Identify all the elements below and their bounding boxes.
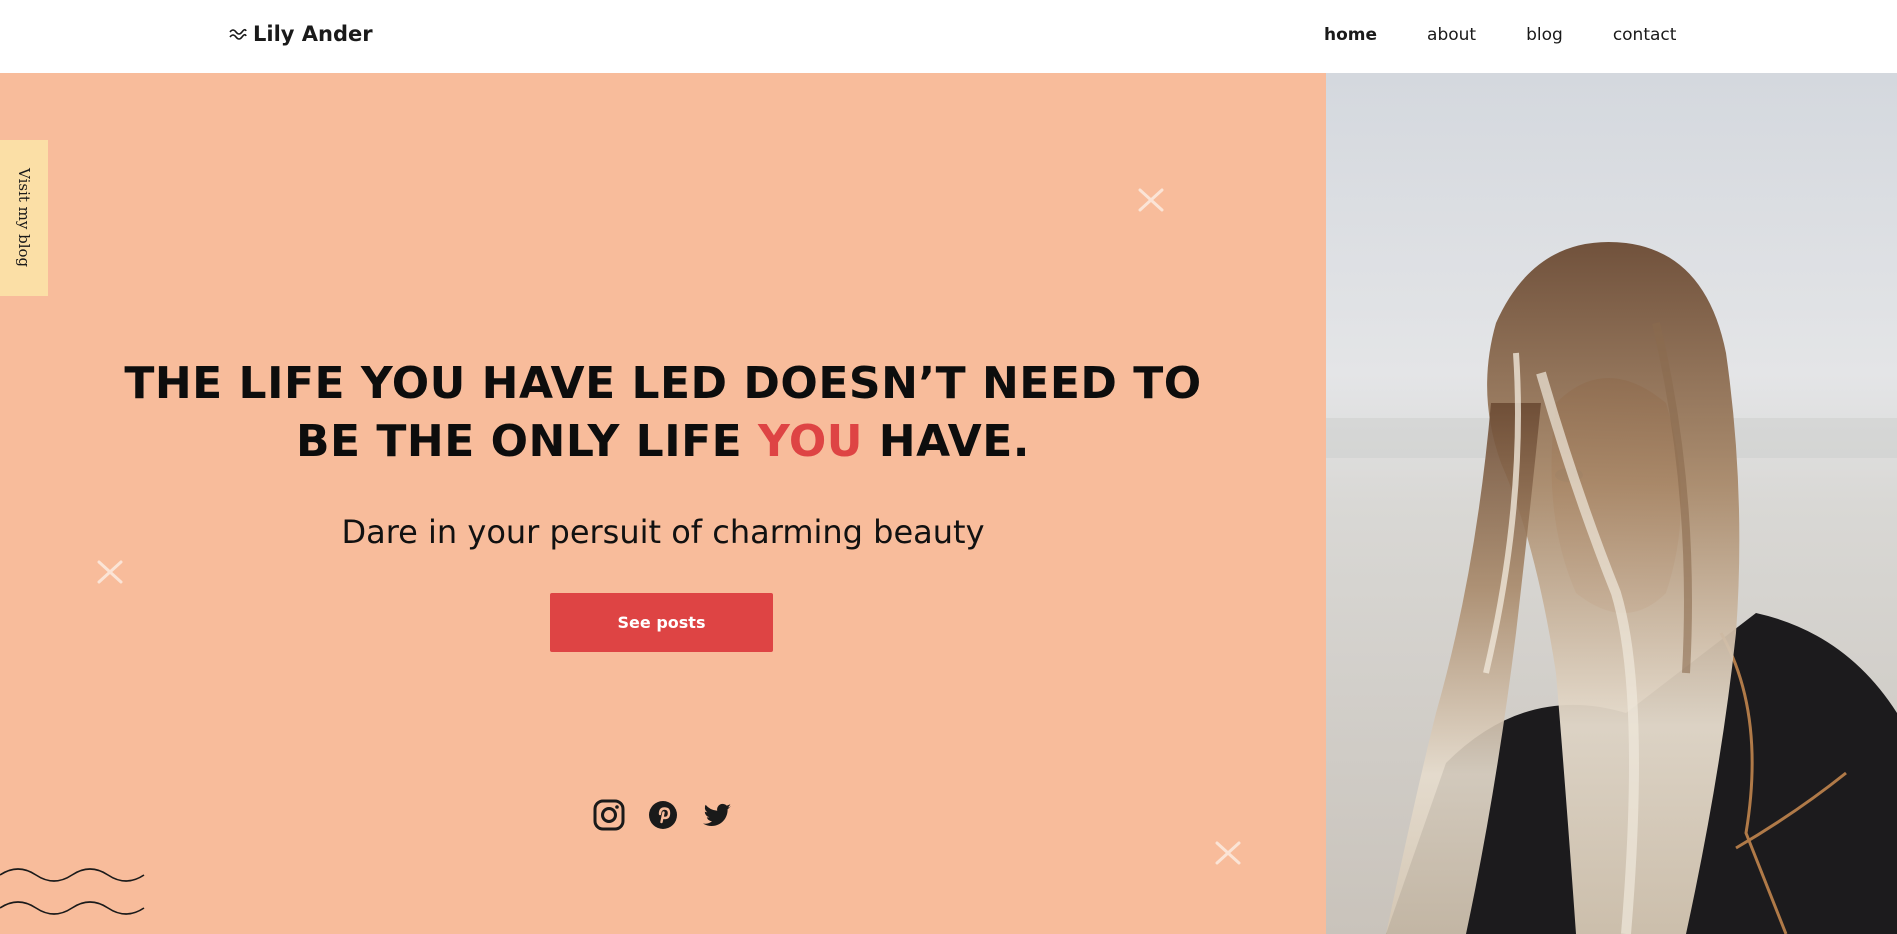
nav-blog[interactable]: blog (1526, 25, 1563, 45)
main-nav: home about blog contact (1324, 25, 1676, 45)
hero-section: Visit my blog THE LIFE YOU HAVE LED DOES… (0, 73, 1326, 934)
headline-line-2-start: BE THE ONLY LIFE (295, 416, 759, 467)
twitter-icon[interactable] (701, 799, 733, 831)
brand-logo[interactable]: Lily Ander (229, 22, 373, 46)
visit-blog-label: Visit my blog (15, 168, 33, 268)
headline-line-2-end: HAVE. (862, 416, 1031, 467)
wave-logo-icon (229, 28, 247, 40)
sparkle-icon (1215, 841, 1241, 865)
headline-accent: YOU (758, 416, 863, 467)
brand-name: Lily Ander (253, 22, 373, 46)
headline-line-2: BE THE ONLY LIFE YOU HAVE. (60, 413, 1266, 471)
see-posts-button[interactable]: See posts (550, 593, 773, 652)
social-links (593, 799, 733, 831)
portrait-image (1326, 73, 1897, 934)
visit-blog-tab[interactable]: Visit my blog (0, 140, 48, 296)
nav-about[interactable]: about (1427, 25, 1476, 45)
site-header: Lily Ander home about blog contact (0, 0, 1897, 73)
hero-subtitle: Dare in your persuit of charming beauty (341, 513, 985, 551)
nav-contact[interactable]: contact (1613, 25, 1677, 45)
pinterest-icon[interactable] (647, 799, 679, 831)
sparkle-icon (1138, 188, 1164, 212)
nav-home[interactable]: home (1324, 25, 1377, 45)
sparkle-icon (97, 560, 123, 584)
instagram-icon[interactable] (593, 799, 625, 831)
headline-line-1: THE LIFE YOU HAVE LED DOESN’T NEED TO (124, 358, 1202, 409)
portrait-photo (1326, 73, 1897, 934)
wave-decoration-icon (0, 868, 145, 915)
hero-headline: THE LIFE YOU HAVE LED DOESN’T NEED TO BE… (60, 355, 1266, 471)
